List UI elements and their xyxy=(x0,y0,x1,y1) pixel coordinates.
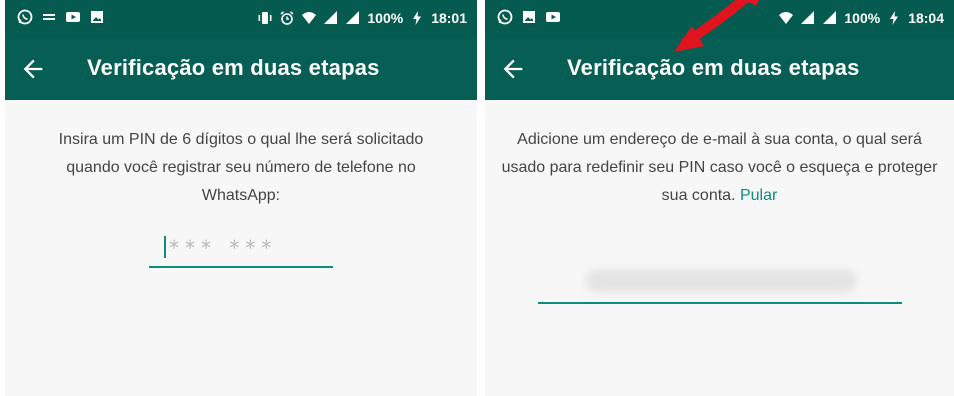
pin-instruction-text: Insira um PIN de 6 dígitos o qual lhe se… xyxy=(58,131,424,204)
arrow-left-icon[interactable] xyxy=(19,55,47,83)
whatsapp-icon xyxy=(17,9,33,25)
wifi-icon xyxy=(778,10,794,26)
page-title: Verificação em duas etapas xyxy=(567,55,860,80)
whatsapp-icon xyxy=(497,9,513,25)
pin-placeholder: *** *** xyxy=(169,236,278,260)
status-bar: 100% 18:01 xyxy=(5,0,477,38)
gallery-icon xyxy=(521,9,537,25)
battery-percentage: 100% xyxy=(844,10,881,26)
gallery-icon xyxy=(89,9,105,25)
signal-icon xyxy=(800,10,816,26)
charging-icon xyxy=(409,10,425,26)
app-bar: Verificação em duas etapas xyxy=(5,38,477,100)
alarm-icon xyxy=(279,10,295,26)
email-setup-content: Adicione um endereço de e-mail à sua con… xyxy=(485,100,954,304)
status-time: 18:04 xyxy=(908,10,944,26)
pin-setup-content: Insira um PIN de 6 dígitos o qual lhe se… xyxy=(5,100,477,268)
pin-input[interactable]: *** *** xyxy=(149,230,333,268)
status-bar: 100% 18:04 xyxy=(485,0,954,38)
right-screen: 100% 18:04 Verificação em duas etapas Ad… xyxy=(485,0,954,396)
email-instruction-body: Adicione um endereço de e-mail à sua con… xyxy=(501,131,938,204)
signal-icon xyxy=(822,10,838,26)
skip-link[interactable]: Pular xyxy=(740,187,777,204)
status-time: 18:01 xyxy=(431,10,467,26)
left-screen: 100% 18:01 Verificação em duas etapas In… xyxy=(5,0,477,396)
text-cursor xyxy=(164,236,166,258)
battery-percentage: 100% xyxy=(367,10,404,26)
page-title: Verificação em duas etapas xyxy=(87,55,380,80)
charging-icon xyxy=(886,10,902,26)
signal-icon xyxy=(323,10,339,26)
email-input[interactable] xyxy=(537,262,902,304)
arrow-left-icon[interactable] xyxy=(499,55,527,83)
vibrate-icon xyxy=(257,10,273,26)
youtube-icon xyxy=(65,9,81,25)
signal-icon xyxy=(345,10,361,26)
youtube-icon xyxy=(545,9,561,25)
wifi-icon xyxy=(301,10,317,26)
email-instruction-text: Adicione um endereço de e-mail à sua con… xyxy=(500,126,940,210)
blurred-email-value xyxy=(585,270,856,292)
message-icon xyxy=(41,9,57,25)
app-bar: Verificação em duas etapas xyxy=(485,38,954,100)
